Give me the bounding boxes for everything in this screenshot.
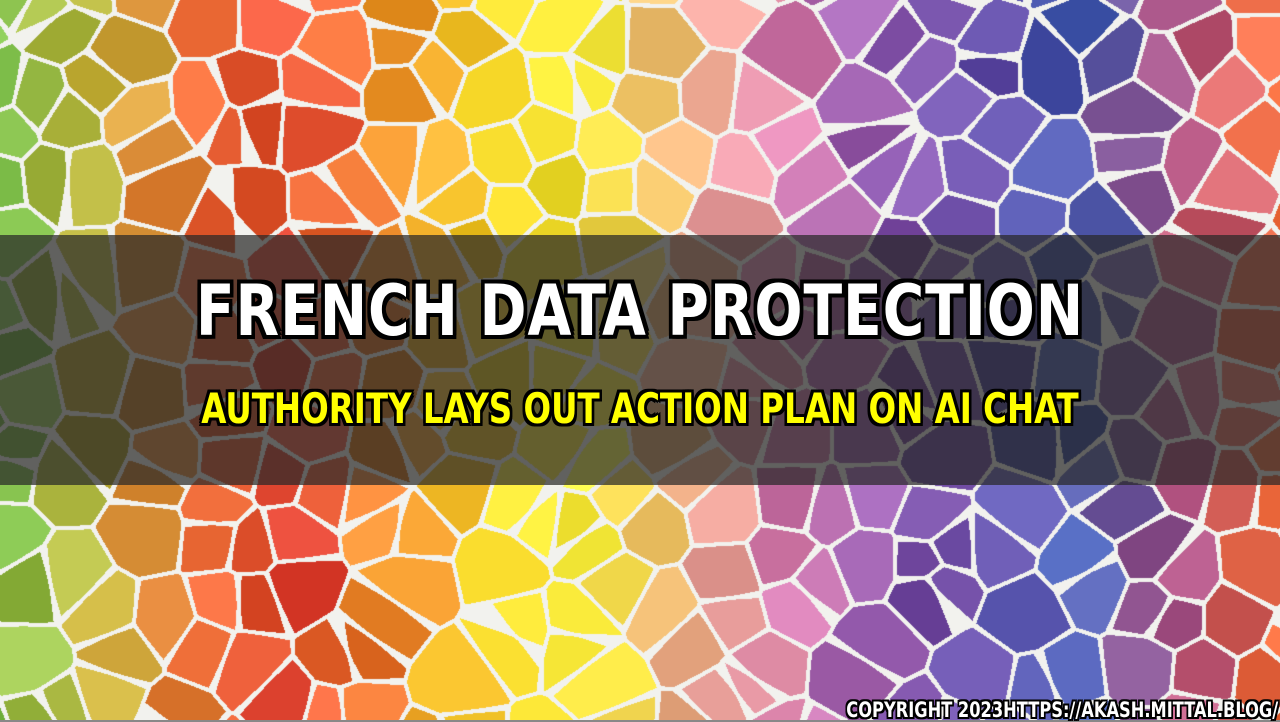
headline: FRENCH DATA PROTECTION xyxy=(195,270,1085,352)
copyright-text: COPYRIGHT 2023HTTPS://AKASH.MITTAL.BLOG/ xyxy=(846,698,1278,722)
subheadline: AUTHORITY LAYS OUT ACTION PLAN ON AI CHA… xyxy=(201,384,1079,433)
